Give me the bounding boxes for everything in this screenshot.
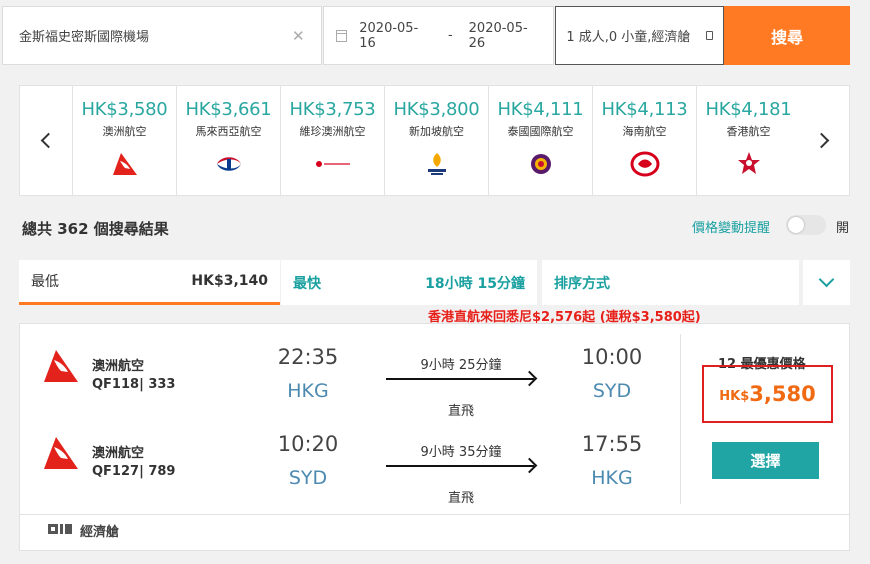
chevron-right-icon [813, 132, 829, 149]
airline-card-hong-kong-airlines[interactable]: HK$4,181 香港航空 [696, 86, 800, 195]
airline-card-virgin-australia[interactable]: HK$3,753 維珍澳洲航空 [280, 86, 384, 195]
virgin-australia-logo-icon [281, 151, 384, 177]
destination-field[interactable]: 金斯福史密斯國際機場 ✕ [2, 6, 322, 65]
airline-name: 香港航空 [726, 125, 771, 138]
outbound-leg: 澳洲航空 QF118| 333 22:35 HKG 9小時 25分鐘 直飛 10… [20, 345, 680, 434]
arrow-right-icon [386, 465, 534, 467]
tab-cheapest-value: HK$3,140 [191, 273, 268, 289]
price-alert-toggle[interactable] [786, 215, 826, 235]
tab-sort-by[interactable]: 排序方式 [542, 260, 799, 305]
airline-name: 泰國國際航空 [507, 125, 574, 138]
date-from: 2020-05-16 [359, 20, 419, 51]
carousel-next-button[interactable] [797, 86, 849, 195]
divider [680, 334, 681, 504]
airline-name: 馬來西亞航空 [195, 125, 262, 138]
clear-icon[interactable]: ✕ [292, 27, 305, 45]
toggle-label: 開 [836, 221, 850, 236]
destination-value: 金斯福史密斯國際機場 [19, 30, 150, 45]
tab-fastest-value: 18小時 15分鐘 [425, 275, 525, 292]
carousel-prev-button[interactable] [20, 86, 72, 195]
tab-fastest[interactable]: 最快 18小時 15分鐘 [281, 260, 537, 305]
flight-duration: 9小時 35分鐘 [420, 445, 502, 460]
airline-card-singapore[interactable]: HK$3,800 新加坡航空 [384, 86, 488, 195]
passenger-field[interactable]: 1 成人,0 小童,經濟艙 [555, 6, 725, 65]
hong-kong-airlines-logo-icon [697, 151, 800, 177]
flight-duration: 9小時 25分鐘 [420, 358, 502, 373]
arrival-time: 10:00 [581, 345, 643, 369]
departure-airport: HKG [287, 380, 329, 402]
malaysia-airlines-logo-icon [177, 151, 280, 177]
airline-name: 海南航空 [622, 125, 667, 138]
cabin-class: 經濟艙 [48, 521, 119, 540]
seat-icon [48, 522, 74, 540]
flight-number: QF127| 789 [92, 464, 176, 479]
airline-card-malaysia[interactable]: HK$3,661 馬來西亞航空 [176, 86, 280, 195]
qantas-logo-icon [73, 151, 176, 177]
airline-name: 澳洲航空 [102, 125, 147, 138]
tab-cheapest[interactable]: 最低 HK$3,140 [19, 260, 280, 305]
airline-price: HK$4,111 [497, 99, 584, 120]
arrow-right-icon [386, 378, 534, 380]
airline-card-qantas[interactable]: HK$3,580 澳洲航空 [72, 86, 176, 195]
price-amount: 3,580 [749, 382, 816, 406]
airline-name: 維珍澳洲航空 [299, 125, 366, 138]
qantas-logo-icon [42, 435, 80, 475]
airline-name: 澳洲航空 [92, 359, 145, 374]
chevron-down-icon [818, 271, 835, 288]
hainan-airlines-logo-icon [593, 151, 696, 177]
airline-name: 新加坡航空 [409, 125, 464, 138]
airline-name: 澳洲航空 [92, 446, 145, 461]
airline-card-hainan[interactable]: HK$4,113 海南航空 [592, 86, 696, 195]
airline-carousel: HK$3,580 澳洲航空 HK$3,661 馬來西亞航空 HK$3,753 維… [19, 85, 850, 196]
price-highlight: HK$ 3,580 [702, 365, 833, 423]
sort-dropdown-button[interactable] [803, 260, 850, 305]
tab-sort-label: 排序方式 [554, 275, 610, 292]
airline-price: HK$3,580 [81, 99, 168, 120]
tab-fastest-label: 最快 [293, 275, 321, 292]
stops-label: 直飛 [447, 404, 474, 419]
stops-label: 直飛 [447, 491, 474, 506]
price-alert-link[interactable]: 價格變動提醒 [692, 217, 770, 236]
date-range-field[interactable]: 2020-05-16 - 2020-05-26 [322, 6, 555, 65]
arrival-time: 17:55 [581, 432, 643, 456]
arrival-airport: HKG [591, 467, 633, 489]
airline-price: HK$3,753 [289, 99, 376, 120]
select-button[interactable]: 選擇 [712, 442, 819, 479]
date-separator: - [447, 28, 453, 43]
flight-number: QF118| 333 [92, 377, 176, 392]
airline-price: HK$4,113 [601, 99, 688, 120]
price-currency: HK$ [719, 388, 750, 404]
cabin-label: 經濟艙 [80, 525, 120, 540]
toggle-knob [788, 217, 804, 233]
departure-time: 10:20 [277, 432, 339, 456]
airline-price: HK$3,800 [393, 99, 480, 120]
departure-time: 22:35 [277, 345, 339, 369]
inbound-leg: 澳洲航空 QF127| 789 10:20 SYD 9小時 35分鐘 直飛 17… [20, 432, 680, 521]
search-bar: 金斯福史密斯國際機場 ✕ 2020-05-16 - 2020-05-26 1 成… [2, 6, 850, 65]
flight-result-card: 澳洲航空 QF118| 333 22:35 HKG 9小時 25分鐘 直飛 10… [19, 323, 850, 551]
airline-price: HK$4,181 [705, 99, 792, 120]
dropdown-icon [706, 31, 714, 40]
date-to: 2020-05-26 [468, 20, 528, 51]
chevron-left-icon [40, 132, 56, 149]
passenger-value: 1 成人,0 小童,經濟艙 [566, 30, 691, 45]
qantas-logo-icon [42, 348, 80, 388]
thai-airways-logo-icon [489, 151, 592, 177]
search-button[interactable]: 搜尋 [724, 6, 850, 65]
arrival-airport: SYD [592, 380, 632, 402]
calendar-icon [335, 29, 348, 42]
airline-price: HK$3,661 [185, 99, 272, 120]
singapore-airlines-logo-icon [385, 151, 488, 177]
departure-airport: SYD [288, 467, 328, 489]
tab-cheapest-label: 最低 [31, 274, 59, 290]
airline-card-thai[interactable]: HK$4,111 泰國國際航空 [488, 86, 592, 195]
results-count: 總共 362 個搜尋結果 [22, 220, 169, 238]
divider [20, 514, 849, 515]
